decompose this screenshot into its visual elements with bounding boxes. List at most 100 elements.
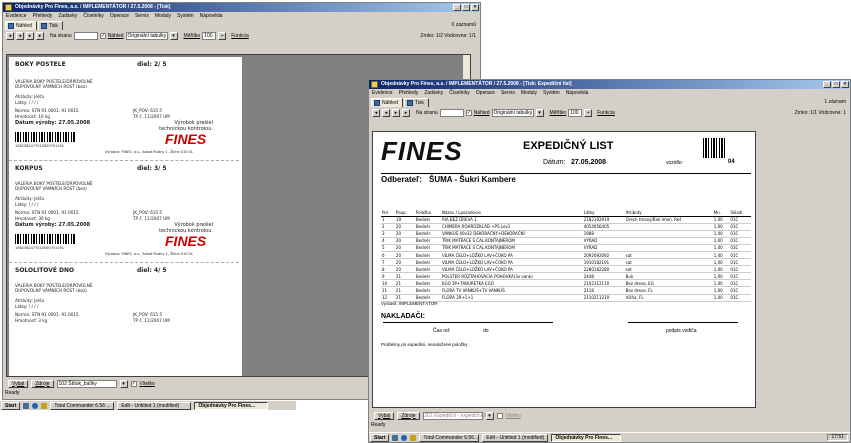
folder-icon[interactable]: [410, 434, 417, 441]
table-cell: 3: [381, 230, 395, 238]
close-button[interactable]: ×: [471, 4, 479, 11]
table-cell: Bedněr: [414, 258, 441, 267]
tab-preview[interactable]: Náhled: [5, 21, 37, 30]
table-cell: 1,00: [712, 223, 730, 231]
minimize-button[interactable]: _: [453, 4, 461, 11]
start-button[interactable]: Start: [370, 433, 390, 442]
ie-icon[interactable]: [23, 402, 30, 409]
zoom-spinner[interactable]: ÷: [218, 31, 227, 40]
browser-icon[interactable]: [401, 434, 408, 441]
close-preview-button[interactable]: Vybal: [8, 379, 29, 388]
label-title: SOLOLITOVÉ DNO: [15, 267, 75, 274]
window-titlebar[interactable]: Objednávky Pro Fines, a.s. / IMPLEMENTÁT…: [3, 3, 480, 12]
menu-item[interactable]: Evidence: [372, 89, 393, 97]
last-page-button[interactable]: ▸: [36, 31, 44, 40]
sources-button[interactable]: Zdroje: [31, 379, 54, 388]
menu-item[interactable]: Zadávky: [58, 12, 77, 20]
folder-icon[interactable]: [41, 402, 48, 409]
page-label: Na stranu: [50, 32, 72, 39]
menu-item[interactable]: Systém: [177, 12, 194, 20]
ie-icon[interactable]: [392, 434, 399, 441]
report-select[interactable]: 102 Štítok_balíky: [56, 379, 117, 388]
first-page-button[interactable]: ◂: [372, 108, 380, 117]
menu-item[interactable]: Operace: [476, 89, 495, 97]
last-page-button[interactable]: ▸: [402, 108, 410, 117]
tab-print[interactable]: Tisk: [403, 98, 429, 107]
table-select[interactable]: Originální tabulky: [491, 108, 534, 117]
table-cell: 2280182280: [582, 265, 625, 274]
tab-print[interactable]: Tisk: [37, 21, 63, 30]
browser-icon[interactable]: [32, 402, 39, 409]
label-tp: TP č. 11/2007 UM: [133, 114, 170, 119]
task-editor[interactable]: Edit - Untitled 1 (modified): [482, 433, 549, 442]
task-total-commander[interactable]: Total Commander 6.56 ...: [419, 433, 480, 442]
report-select[interactable]: 201 Expediční - expediční list: [422, 411, 490, 420]
first-page-button[interactable]: ◂: [6, 31, 14, 40]
minimize-button[interactable]: _: [823, 81, 831, 88]
close-button[interactable]: ×: [841, 81, 849, 88]
menu-item[interactable]: Číselníky: [449, 89, 470, 97]
window-titlebar[interactable]: Objednávky Pro Fines, a.s. / IMPLEMENTÁT…: [369, 80, 850, 89]
table-cell: Bedněr: [414, 279, 441, 288]
next-page-button[interactable]: ▸: [392, 108, 400, 117]
barcode-image: [15, 234, 75, 244]
menu-item[interactable]: Servis: [135, 12, 149, 20]
preview-checkbox[interactable]: ✓: [99, 32, 106, 39]
start-button[interactable]: Start: [1, 401, 21, 410]
label-norm: Norma: STN 91 0001, 91 0015: [15, 312, 79, 317]
preview-checkbox[interactable]: ✓: [465, 109, 472, 116]
window-title: Objednávky Pro Fines, a.s. / IMPLEMENTÁT…: [15, 4, 171, 10]
tab-preview[interactable]: Náhled: [371, 98, 403, 107]
table-cell: VYRAD: [582, 244, 625, 252]
task-objednavky[interactable]: Objednávky Pro Fines...: [194, 401, 269, 410]
receiver-value: ŠUMA - Šukri Kambere: [429, 175, 516, 184]
function-link[interactable]: Funkcia: [597, 110, 615, 116]
table-cell: 01C: [729, 244, 751, 252]
label-part: diel: 4/ 5: [137, 267, 167, 274]
menu-item[interactable]: Číselníky: [83, 12, 104, 20]
table-cell: 20: [394, 251, 415, 260]
close-preview-button[interactable]: Vybal: [374, 411, 395, 420]
menu-item[interactable]: Servis: [501, 89, 515, 97]
next-page-button[interactable]: ▸: [26, 31, 34, 40]
tab-strip: Náhled Tisk 0 záznamů: [3, 20, 480, 30]
task-objednavky[interactable]: Objednávky Pro Fines...: [551, 433, 622, 442]
menu-item[interactable]: Nápověda: [200, 12, 223, 20]
table-cell: 20: [394, 237, 415, 245]
page-input[interactable]: [439, 108, 464, 117]
table-cell: 20: [394, 244, 415, 252]
sources-button[interactable]: Zdroje: [397, 411, 420, 420]
all-checkbox[interactable]: [496, 412, 503, 419]
task-total-commander[interactable]: Total Commander 6.56 ...: [50, 401, 115, 410]
chevron-down-icon[interactable]: ▾: [535, 108, 544, 117]
prev-page-button[interactable]: ◂: [382, 108, 390, 117]
menu-item[interactable]: Zadávky: [424, 89, 443, 97]
task-editor[interactable]: Edit - Untitled 1 (modified): [117, 401, 192, 410]
zoom-spinner[interactable]: ÷: [584, 108, 593, 117]
menu-item[interactable]: Přehledy: [399, 89, 419, 97]
page-input[interactable]: [73, 31, 98, 40]
chevron-down-icon[interactable]: ▾: [485, 411, 494, 420]
menu-item[interactable]: Operace: [110, 12, 129, 20]
menu-item[interactable]: Moduly: [155, 12, 171, 20]
table-select[interactable]: Originální tabulky: [125, 31, 168, 40]
all-checkbox[interactable]: ✓: [130, 380, 137, 387]
zoom-label: Měřítko: [183, 32, 201, 39]
menu-item[interactable]: Systém: [543, 89, 560, 97]
label-desc-2: DUPOVOLNÝ VÁMNÍCH ROST (bez): [15, 84, 87, 89]
maximize-button[interactable]: □: [462, 4, 470, 11]
table-cell: Bedněr: [414, 286, 441, 295]
bottom-toolbar: Vybal Zdroje 201 Expediční - expediční l…: [369, 410, 850, 421]
menu-item[interactable]: Evidence: [6, 12, 27, 20]
maximize-button[interactable]: □: [832, 81, 840, 88]
prev-page-button[interactable]: ◂: [16, 31, 24, 40]
zoom-input[interactable]: 100: [568, 108, 583, 117]
chevron-down-icon[interactable]: ▾: [119, 379, 128, 388]
menu-item[interactable]: Moduly: [521, 89, 537, 97]
preview-check-label: Náhled: [473, 109, 490, 116]
menu-item[interactable]: Přehledy: [33, 12, 53, 20]
function-link[interactable]: Funkcia: [231, 33, 249, 39]
menu-item[interactable]: Nápověda: [566, 89, 589, 97]
chevron-down-icon[interactable]: ▾: [169, 31, 178, 40]
zoom-input[interactable]: 100: [202, 31, 217, 40]
